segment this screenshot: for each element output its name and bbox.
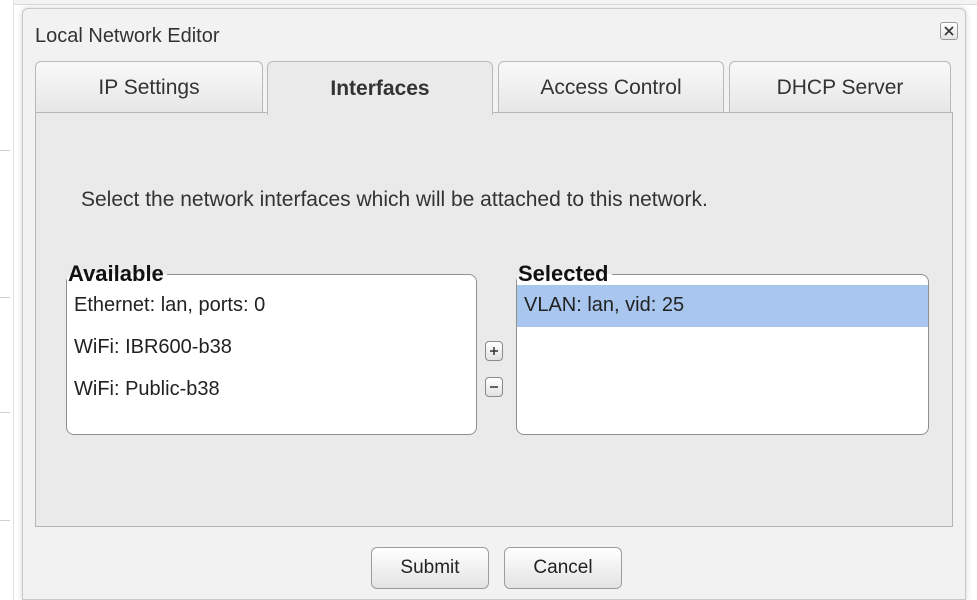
background-page-edge [0, 0, 14, 600]
minus-icon [490, 386, 498, 388]
cancel-button[interactable]: Cancel [504, 547, 622, 589]
remove-interface-button[interactable] [485, 377, 503, 397]
list-item-available[interactable]: WiFi: IBR600-b38 [67, 327, 476, 369]
instruction-text: Select the network interfaces which will… [81, 188, 708, 211]
tab-interfaces[interactable]: Interfaces [267, 61, 493, 115]
available-legend: Available [68, 261, 164, 286]
selected-interfaces-list[interactable]: Selected VLAN: lan, vid: 25 [516, 263, 929, 435]
background-divider [0, 297, 10, 298]
close-icon [944, 26, 954, 36]
available-interfaces-list[interactable]: Available Ethernet: lan, ports: 0 WiFi: … [66, 263, 477, 435]
selected-legend: Selected [518, 261, 609, 286]
add-interface-button[interactable] [485, 341, 503, 361]
close-button[interactable] [940, 22, 958, 40]
list-item-available[interactable]: WiFi: Public-b38 [67, 369, 476, 411]
list-item-selected[interactable]: VLAN: lan, vid: 25 [517, 285, 928, 327]
tab-access-control[interactable]: Access Control [498, 61, 724, 113]
tab-ip-settings[interactable]: IP Settings [35, 61, 263, 113]
plus-icon [490, 347, 498, 355]
tab-dhcp-server[interactable]: DHCP Server [729, 61, 951, 113]
dialog-title: Local Network Editor [35, 25, 220, 47]
background-divider [0, 150, 10, 151]
list-item-available[interactable]: Ethernet: lan, ports: 0 [67, 285, 476, 327]
submit-button[interactable]: Submit [371, 547, 489, 589]
background-divider [0, 412, 10, 413]
local-network-editor-dialog: Local Network Editor IP Settings Interfa… [22, 8, 966, 600]
background-top-bar [14, 0, 977, 5]
interfaces-tab-panel: Select the network interfaces which will… [35, 112, 953, 527]
background-divider [0, 520, 10, 521]
